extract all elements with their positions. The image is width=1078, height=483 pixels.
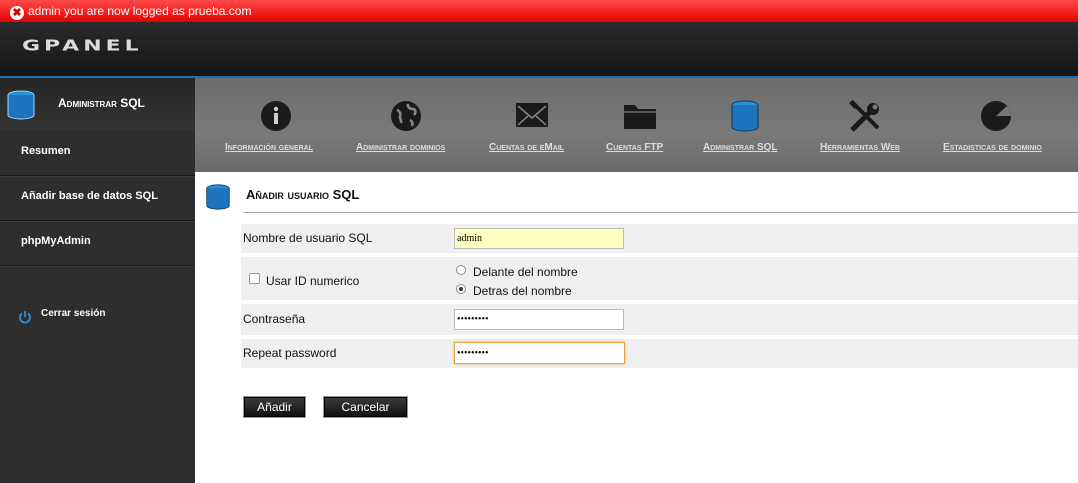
radio-after-label: Detras del nombre [473,284,572,298]
sidebar-item-phpmyadmin[interactable]: phpMyAdmin [0,221,195,266]
sidebar-item-label: Añadir base de datos SQL [21,190,158,202]
radio-before-name[interactable] [456,265,466,275]
nav-label: Administrar SQL [703,142,778,153]
username-label: Nombre de usuario SQL [243,231,373,245]
power-icon [18,310,32,327]
divider [243,212,1078,213]
repeat-password-input[interactable] [454,342,625,364]
tools-icon [848,99,882,139]
folder-icon [622,100,658,137]
close-icon[interactable]: ✖ [10,6,24,20]
cancel-button[interactable]: Cancelar [324,397,407,417]
sidebar-item-add-database[interactable]: Añadir base de datos SQL [0,176,195,221]
password-label: Contraseña [243,312,306,326]
info-icon [260,100,292,137]
username-input[interactable] [454,228,624,249]
header: GPANEL [0,22,1078,78]
nav-label: Información general [225,142,313,153]
sidebar-title: Administrar SQL [58,96,145,110]
logout-label: Cerrar sesión [41,308,106,319]
globe-icon [390,100,422,137]
database-icon [205,184,231,215]
page-title: Añadir usuario SQL [246,187,360,202]
nav-label: Cuentas de eMail [489,142,565,153]
sidebar-item-resumen[interactable]: Resumen [0,131,195,176]
pie-chart-icon [980,100,1012,137]
database-icon [6,90,36,125]
database-icon [730,100,760,137]
radio-before-label: Delante del nombre [473,265,578,279]
login-notice-bar: ✖ admin you are now logged as prueba.com [0,0,1078,22]
form-row-username: Nombre de usuario SQL [241,224,1078,253]
logo: GPANEL [22,37,143,55]
nav-label: Administrar dominios [356,142,446,153]
password-input[interactable] [454,309,624,330]
repeat-password-label: Repeat password [243,346,337,360]
nav-label: Herramientas Web [820,142,900,153]
nav-label: Cuentas FTP [606,142,664,153]
top-navigation: Información general Administrar dominios… [195,78,1078,172]
sidebar: Administrar SQL Resumen Añadir base de d… [0,78,195,483]
nav-label: Estadisticas de dominio [943,142,1042,153]
add-button[interactable]: Añadir [244,397,305,417]
form-row-repeat-password: Repeat password [241,339,1078,368]
sidebar-header: Administrar SQL [0,78,195,130]
sidebar-item-label: Resumen [21,145,71,157]
form-row-password: Contraseña [241,304,1078,335]
numeric-id-label: Usar ID numerico [266,274,360,288]
form-row-numeric-id: Usar ID numerico Delante del nombre Detr… [241,257,1078,300]
radio-after-name[interactable] [456,284,466,294]
notice-message: admin you are now logged as prueba.com [28,4,252,18]
sidebar-item-label: phpMyAdmin [21,235,91,247]
numeric-id-checkbox[interactable] [249,273,260,284]
mail-icon [515,100,549,135]
